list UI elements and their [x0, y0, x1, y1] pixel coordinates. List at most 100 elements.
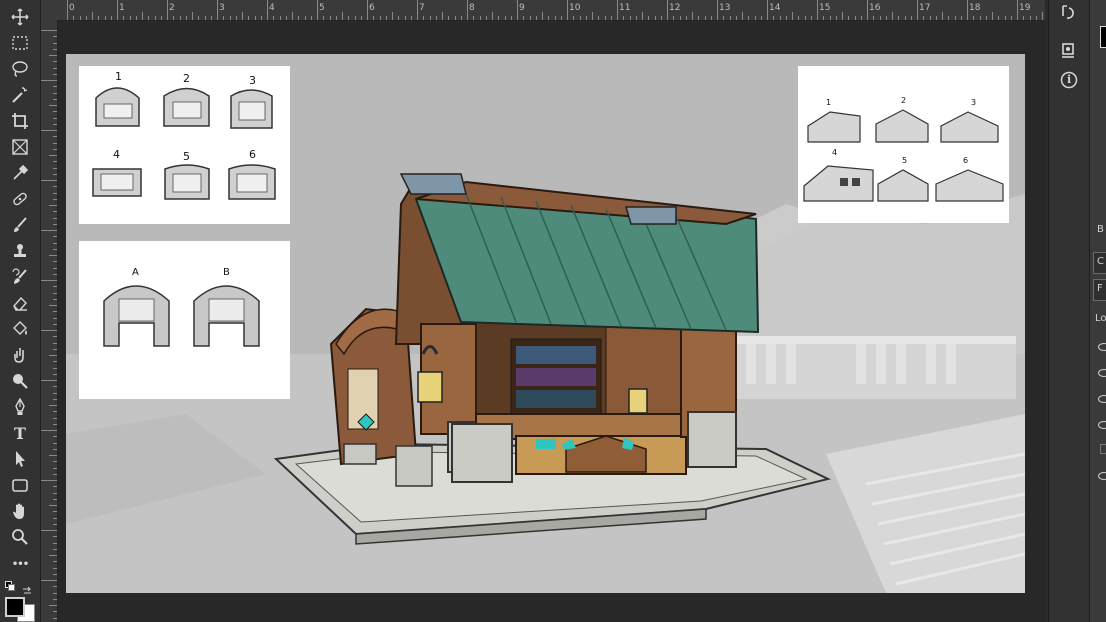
ruler-minor-tick	[873, 16, 875, 20]
panel-top-swatch	[1100, 26, 1106, 48]
artboard-image[interactable]: 1 2 3 4 5 6 A B 1 2 3 4 5 6	[66, 54, 1025, 593]
horizontal-ruler: 0 1 2 3 4 5 6 7 8 9 10 11 12 13 14 15 16 17 18 19	[57, 0, 1045, 21]
ruler-minor-tick	[53, 542, 57, 544]
ruler-minor-tick	[623, 16, 625, 20]
ruler-minor-tick	[110, 16, 112, 20]
brush-tool[interactable]	[8, 213, 32, 237]
ruler-minor-tick	[660, 16, 662, 20]
concept-sketch-sheet-signs[interactable]: 1 2 3 4 5 6	[79, 66, 290, 224]
marquee-tool[interactable]	[8, 31, 32, 55]
layer-visibility-icon[interactable]	[1098, 472, 1106, 480]
magic-wand-tool[interactable]	[8, 83, 32, 107]
ruler-minor-tick	[742, 12, 743, 20]
frame-tool[interactable]	[8, 135, 32, 159]
ruler-minor-tick	[773, 16, 775, 20]
ruler-minor-tick	[53, 261, 57, 263]
ruler-minor-tick	[160, 16, 162, 20]
concept-sketch-sheet-buildings[interactable]: 1 2 3 4 5 6	[798, 66, 1009, 223]
ruler-minor-tick	[53, 517, 57, 519]
layers-panel-edge: B C F Lo	[1089, 0, 1106, 622]
layer-visibility-icon[interactable]	[1098, 369, 1106, 377]
ruler-minor-tick	[635, 16, 637, 20]
ruler-major-tick	[667, 0, 668, 20]
3d-icon[interactable]	[1059, 40, 1079, 60]
concept-sketch-sheet-arches[interactable]: A B	[79, 241, 290, 399]
foreground-color-swatch[interactable]	[5, 597, 25, 617]
ruler-minor-tick	[610, 16, 612, 20]
paint-bucket-tool[interactable]	[8, 317, 32, 341]
ruler-major-tick	[317, 0, 318, 20]
panel-label-b: B	[1097, 224, 1104, 235]
ruler-major-tick	[817, 0, 818, 20]
eraser-tool[interactable]	[8, 291, 32, 315]
ruler-major-tick	[967, 0, 968, 20]
history-brush-tool[interactable]	[8, 265, 32, 289]
default-colors-icon[interactable]	[5, 581, 15, 591]
ruler-minor-tick	[53, 442, 57, 444]
ruler-minor-tick	[53, 392, 57, 394]
history-icon[interactable]	[1059, 2, 1079, 22]
smudge-tool[interactable]	[8, 343, 32, 367]
ruler-minor-tick	[53, 586, 57, 588]
ruler-minor-tick	[49, 255, 57, 256]
ruler-minor-tick	[642, 12, 643, 20]
pen-tool[interactable]	[8, 395, 32, 419]
ruler-minor-tick	[348, 16, 350, 20]
panel-label-lock: Lo	[1095, 313, 1106, 324]
ruler-minor-tick	[53, 223, 57, 225]
zoom-tool[interactable]	[8, 525, 32, 549]
ruler-label: 7	[419, 3, 425, 13]
ruler-minor-tick	[448, 16, 450, 20]
ruler-minor-tick	[41, 430, 57, 431]
dodge-tool[interactable]	[8, 369, 32, 393]
ruler-minor-tick	[379, 16, 381, 20]
type-tool[interactable]: T	[8, 421, 32, 445]
hand-tool[interactable]	[8, 499, 32, 523]
path-selection-tool[interactable]	[8, 447, 32, 471]
ruler-major-tick	[167, 0, 168, 20]
ruler-minor-tick	[142, 12, 143, 20]
ruler-minor-tick	[49, 555, 57, 556]
swap-colors-icon[interactable]	[22, 581, 32, 594]
shape-tool[interactable]	[8, 473, 32, 497]
eraser-icon	[11, 294, 29, 312]
ruler-minor-tick	[53, 61, 57, 63]
ruler-minor-tick	[53, 417, 57, 419]
ruler-minor-tick	[835, 16, 837, 20]
healing-brush-tool[interactable]	[8, 187, 32, 211]
ruler-major-tick	[467, 0, 468, 20]
layer-visibility-icon[interactable]	[1098, 343, 1106, 351]
ruler-minor-tick	[1023, 16, 1025, 20]
ruler-minor-tick	[823, 16, 825, 20]
ruler-major-tick	[517, 0, 518, 20]
ruler-minor-tick	[53, 136, 57, 138]
ruler-minor-tick	[49, 305, 57, 306]
crop-tool[interactable]	[8, 109, 32, 133]
lasso-tool[interactable]	[8, 57, 32, 81]
more-tools[interactable]: •••	[8, 552, 32, 576]
ruler-minor-tick	[53, 98, 57, 100]
sketch-label-1: 1	[115, 70, 122, 83]
info-icon[interactable]: i	[1059, 70, 1079, 90]
ruler-minor-tick	[804, 16, 806, 20]
layer-visibility-icon[interactable]	[1098, 421, 1106, 429]
sketch-label-b: B	[223, 267, 230, 278]
eyedropper-tool[interactable]	[8, 161, 32, 185]
move-tool[interactable]	[8, 5, 32, 29]
ruler-minor-tick	[679, 16, 681, 20]
ruler-minor-tick	[53, 117, 57, 119]
ruler-major-tick	[767, 0, 768, 20]
ruler-minor-tick	[53, 317, 57, 319]
stamp-tool[interactable]	[8, 239, 32, 263]
ruler-minor-tick	[398, 16, 400, 20]
ruler-minor-tick	[53, 186, 57, 188]
layer-checkbox[interactable]	[1100, 444, 1106, 454]
ruler-minor-tick	[53, 192, 57, 194]
ruler-minor-tick	[673, 16, 675, 20]
ruler-label: 10	[569, 3, 581, 13]
layer-visibility-icon[interactable]	[1098, 395, 1106, 403]
ruler-minor-tick	[53, 361, 57, 363]
ruler-minor-tick	[53, 48, 57, 50]
ruler-minor-tick	[935, 16, 937, 20]
ruler-minor-tick	[548, 16, 550, 20]
